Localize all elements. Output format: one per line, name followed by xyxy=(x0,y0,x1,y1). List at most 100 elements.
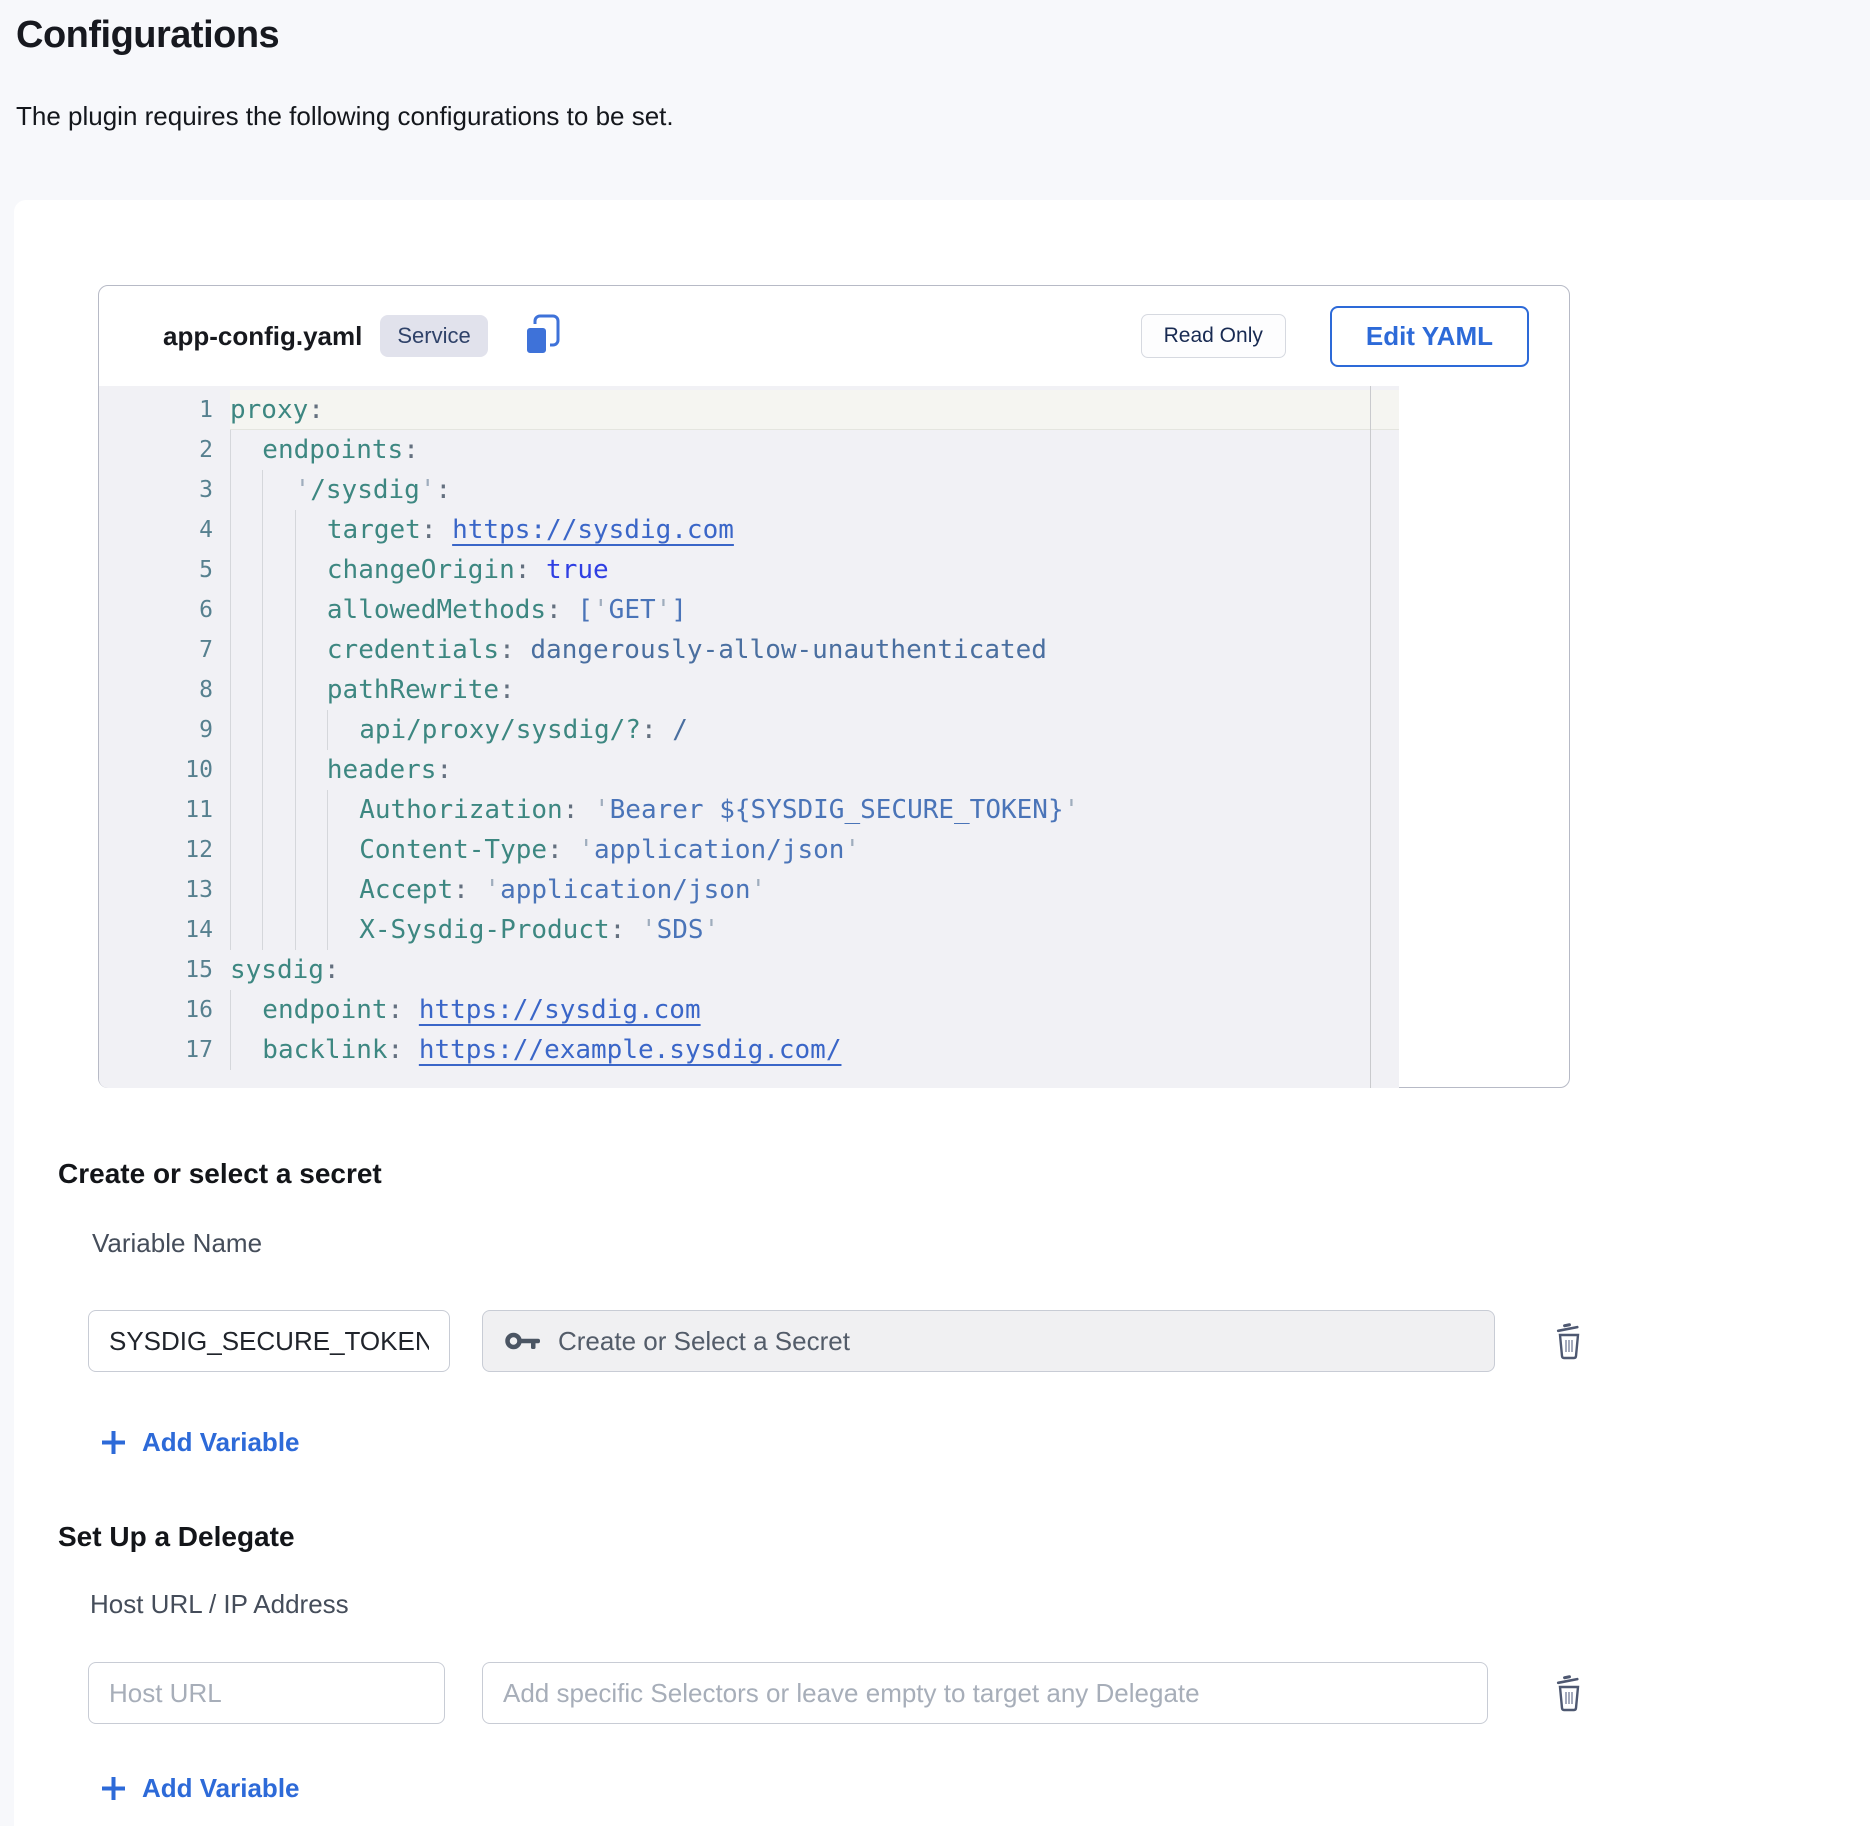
line-number: 14 xyxy=(99,910,230,950)
code-line-6: 6allowedMethods: ['GET'] xyxy=(99,590,1399,630)
indent-guide xyxy=(230,430,262,470)
indent-guide xyxy=(295,590,327,630)
indent-guide xyxy=(295,510,327,550)
host-url-input[interactable] xyxy=(88,1662,445,1724)
indent-guide xyxy=(230,870,262,910)
code-line-1: 1proxy: xyxy=(99,390,1399,430)
add-variable-label: Add Variable xyxy=(142,1772,300,1804)
variable-name-input[interactable] xyxy=(88,1310,450,1372)
indent-guide xyxy=(230,910,262,950)
indent-guide xyxy=(295,790,327,830)
line-number: 10 xyxy=(99,750,230,790)
line-number: 15 xyxy=(99,950,230,990)
yaml-editor[interactable]: 1proxy:2endpoints:3'/sysdig':4target: ht… xyxy=(99,386,1399,1088)
indent-guide xyxy=(327,710,359,750)
code-line-4: 4target: https://sysdig.com xyxy=(99,510,1399,550)
key-icon xyxy=(505,1329,543,1353)
indent-guide xyxy=(230,670,262,710)
indent-guide xyxy=(262,470,294,510)
secret-select-field[interactable]: Create or Select a Secret xyxy=(482,1310,1495,1372)
page-header: Configurations The plugin requires the f… xyxy=(0,0,1870,200)
code-line-17: 17backlink: https://example.sysdig.com/ xyxy=(99,1030,1399,1070)
line-number: 7 xyxy=(99,630,230,670)
indent-guide xyxy=(262,550,294,590)
service-badge: Service xyxy=(380,315,487,357)
trash-icon[interactable] xyxy=(1555,1322,1583,1360)
secret-section-heading: Create or select a secret xyxy=(58,1157,382,1191)
trash-icon[interactable] xyxy=(1555,1674,1583,1712)
delegate-section-heading: Set Up a Delegate xyxy=(58,1520,295,1554)
indent-guide xyxy=(327,870,359,910)
indent-guide xyxy=(295,670,327,710)
delegate-selectors-input[interactable] xyxy=(482,1662,1488,1724)
line-number: 1 xyxy=(99,390,230,430)
code-line-12: 12Content-Type: 'application/json' xyxy=(99,830,1399,870)
code-line-3: 3'/sysdig': xyxy=(99,470,1399,510)
add-variable-delegate[interactable]: Add Variable xyxy=(100,1772,300,1804)
line-number: 13 xyxy=(99,870,230,910)
add-variable-secret[interactable]: Add Variable xyxy=(100,1426,300,1458)
indent-guide xyxy=(295,910,327,950)
indent-guide xyxy=(262,830,294,870)
line-number: 17 xyxy=(99,1030,230,1070)
line-number: 16 xyxy=(99,990,230,1030)
indent-guide xyxy=(327,790,359,830)
indent-guide xyxy=(262,750,294,790)
delegate-row xyxy=(88,1662,1648,1724)
page-title: Configurations xyxy=(0,0,1870,57)
page-subtitle: The plugin requires the following config… xyxy=(0,57,1870,132)
indent-guide xyxy=(295,550,327,590)
read-only-button[interactable]: Read Only xyxy=(1141,314,1286,358)
line-number: 8 xyxy=(99,670,230,710)
line-number: 4 xyxy=(99,510,230,550)
indent-guide xyxy=(262,710,294,750)
variable-name-label: Variable Name xyxy=(92,1227,262,1259)
copy-icon[interactable] xyxy=(522,313,562,359)
yaml-code-lines: 1proxy:2endpoints:3'/sysdig':4target: ht… xyxy=(99,386,1399,1070)
indent-guide xyxy=(230,630,262,670)
code-line-11: 11Authorization: 'Bearer ${SYSDIG_SECURE… xyxy=(99,790,1399,830)
indent-guide xyxy=(262,910,294,950)
line-number: 11 xyxy=(99,790,230,830)
indent-guide xyxy=(262,870,294,910)
plus-icon xyxy=(100,1429,127,1456)
line-number: 6 xyxy=(99,590,230,630)
edit-yaml-button[interactable]: Edit YAML xyxy=(1330,306,1529,367)
indent-guide xyxy=(295,830,327,870)
line-number: 5 xyxy=(99,550,230,590)
indent-guide xyxy=(230,830,262,870)
code-line-16: 16endpoint: https://sysdig.com xyxy=(99,990,1399,1030)
line-number: 3 xyxy=(99,470,230,510)
indent-guide xyxy=(230,550,262,590)
code-line-14: 14X-Sysdig-Product: 'SDS' xyxy=(99,910,1399,950)
code-line-5: 5changeOrigin: true xyxy=(99,550,1399,590)
indent-guide xyxy=(230,790,262,830)
indent-guide xyxy=(230,710,262,750)
code-line-13: 13Accept: 'application/json' xyxy=(99,870,1399,910)
indent-guide xyxy=(295,630,327,670)
plus-icon xyxy=(100,1775,127,1802)
indent-guide xyxy=(262,590,294,630)
code-line-7: 7credentials: dangerously-allow-unauthen… xyxy=(99,630,1399,670)
code-line-10: 10headers: xyxy=(99,750,1399,790)
indent-guide xyxy=(230,750,262,790)
secret-select-placeholder: Create or Select a Secret xyxy=(558,1326,850,1357)
indent-guide xyxy=(230,590,262,630)
indent-guide xyxy=(262,630,294,670)
line-number: 12 xyxy=(99,830,230,870)
indent-guide xyxy=(230,510,262,550)
yaml-filename: app-config.yaml xyxy=(163,321,362,352)
secret-row: Create or Select a Secret xyxy=(88,1310,1648,1372)
indent-guide xyxy=(295,710,327,750)
indent-guide xyxy=(230,1030,262,1070)
indent-guide xyxy=(262,510,294,550)
indent-guide xyxy=(230,470,262,510)
editor-scrollbar[interactable] xyxy=(1370,386,1371,1088)
indent-guide xyxy=(327,910,359,950)
yaml-config-card: app-config.yaml Service Read Only Edit Y… xyxy=(98,285,1570,1088)
indent-guide xyxy=(262,790,294,830)
indent-guide xyxy=(327,830,359,870)
indent-guide xyxy=(295,750,327,790)
code-line-8: 8pathRewrite: xyxy=(99,670,1399,710)
content-panel: app-config.yaml Service Read Only Edit Y… xyxy=(14,200,1870,1826)
